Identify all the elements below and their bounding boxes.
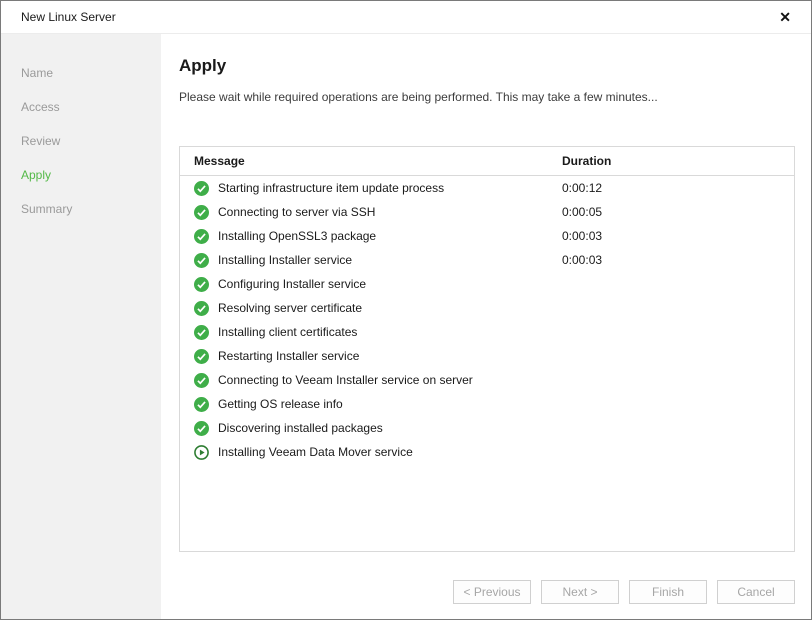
next-button[interactable]: Next >	[541, 580, 619, 604]
check-icon	[194, 253, 209, 268]
titlebar: New Linux Server ✕	[1, 1, 811, 34]
message-cell: Installing client certificates	[180, 325, 562, 340]
cancel-button[interactable]: Cancel	[717, 580, 795, 604]
window-title: New Linux Server	[21, 10, 116, 24]
message-cell: Resolving server certificate	[180, 301, 562, 316]
message-cell: Installing Installer service	[180, 253, 562, 268]
column-header-message: Message	[180, 154, 562, 168]
table-row: Resolving server certificate	[180, 296, 794, 320]
sidebar-item-review: Review	[1, 124, 161, 158]
sidebar-item-summary: Summary	[1, 192, 161, 226]
page-title: Apply	[179, 56, 795, 76]
message-text: Restarting Installer service	[218, 349, 359, 363]
message-text: Installing Installer service	[218, 253, 352, 267]
table-row: Connecting to server via SSH 0:00:05	[180, 200, 794, 224]
message-text: Connecting to server via SSH	[218, 205, 375, 219]
table-row: Starting infrastructure item update proc…	[180, 176, 794, 200]
page-description: Please wait while required operations ar…	[179, 90, 795, 104]
message-text: Installing client certificates	[218, 325, 357, 339]
dialog-body: NameAccessReviewApplySummary Apply Pleas…	[1, 34, 811, 620]
message-cell: Installing OpenSSL3 package	[180, 229, 562, 244]
message-text: Installing OpenSSL3 package	[218, 229, 376, 243]
table-row: Getting OS release info	[180, 392, 794, 416]
in-progress-icon	[194, 445, 209, 460]
message-text: Getting OS release info	[218, 397, 343, 411]
check-icon	[194, 373, 209, 388]
column-header-duration: Duration	[562, 154, 794, 168]
check-icon	[194, 301, 209, 316]
message-cell: Starting infrastructure item update proc…	[180, 181, 562, 196]
close-icon[interactable]: ✕	[775, 6, 795, 28]
message-cell: Configuring Installer service	[180, 277, 562, 292]
check-icon	[194, 229, 209, 244]
check-icon	[194, 277, 209, 292]
finish-button[interactable]: Finish	[629, 580, 707, 604]
message-text: Installing Veeam Data Mover service	[218, 445, 413, 459]
table-row: Installing client certificates	[180, 320, 794, 344]
check-icon	[194, 421, 209, 436]
steps-table: Message Duration Starting infrastructure…	[179, 146, 795, 552]
sidebar-item-name: Name	[1, 56, 161, 90]
check-icon	[194, 181, 209, 196]
sidebar-item-apply: Apply	[1, 158, 161, 192]
check-icon	[194, 397, 209, 412]
footer-buttons: < Previous Next > Finish Cancel	[179, 580, 795, 620]
table-row: Installing OpenSSL3 package 0:00:03	[180, 224, 794, 248]
message-text: Discovering installed packages	[218, 421, 383, 435]
message-cell: Discovering installed packages	[180, 421, 562, 436]
message-cell: Connecting to server via SSH	[180, 205, 562, 220]
duration-cell: 0:00:03	[562, 253, 794, 267]
steps-table-body: Starting infrastructure item update proc…	[180, 176, 794, 464]
main-content: Apply Please wait while required operati…	[161, 34, 811, 620]
new-linux-server-dialog: New Linux Server ✕ NameAccessReviewApply…	[0, 0, 812, 620]
message-text: Starting infrastructure item update proc…	[218, 181, 444, 195]
table-header: Message Duration	[180, 147, 794, 176]
message-cell: Restarting Installer service	[180, 349, 562, 364]
message-text: Resolving server certificate	[218, 301, 362, 315]
check-icon	[194, 325, 209, 340]
duration-cell: 0:00:12	[562, 181, 794, 195]
previous-button[interactable]: < Previous	[453, 580, 531, 604]
message-cell: Connecting to Veeam Installer service on…	[180, 373, 562, 388]
sidebar: NameAccessReviewApplySummary	[1, 34, 161, 620]
message-text: Connecting to Veeam Installer service on…	[218, 373, 473, 387]
message-text: Configuring Installer service	[218, 277, 366, 291]
message-cell: Getting OS release info	[180, 397, 562, 412]
check-icon	[194, 349, 209, 364]
duration-cell: 0:00:05	[562, 205, 794, 219]
table-row: Connecting to Veeam Installer service on…	[180, 368, 794, 392]
sidebar-item-access: Access	[1, 90, 161, 124]
duration-cell: 0:00:03	[562, 229, 794, 243]
check-icon	[194, 205, 209, 220]
table-row: Installing Veeam Data Mover service	[180, 440, 794, 464]
table-row: Configuring Installer service	[180, 272, 794, 296]
table-row: Discovering installed packages	[180, 416, 794, 440]
table-row: Installing Installer service 0:00:03	[180, 248, 794, 272]
table-row: Restarting Installer service	[180, 344, 794, 368]
message-cell: Installing Veeam Data Mover service	[180, 445, 562, 460]
